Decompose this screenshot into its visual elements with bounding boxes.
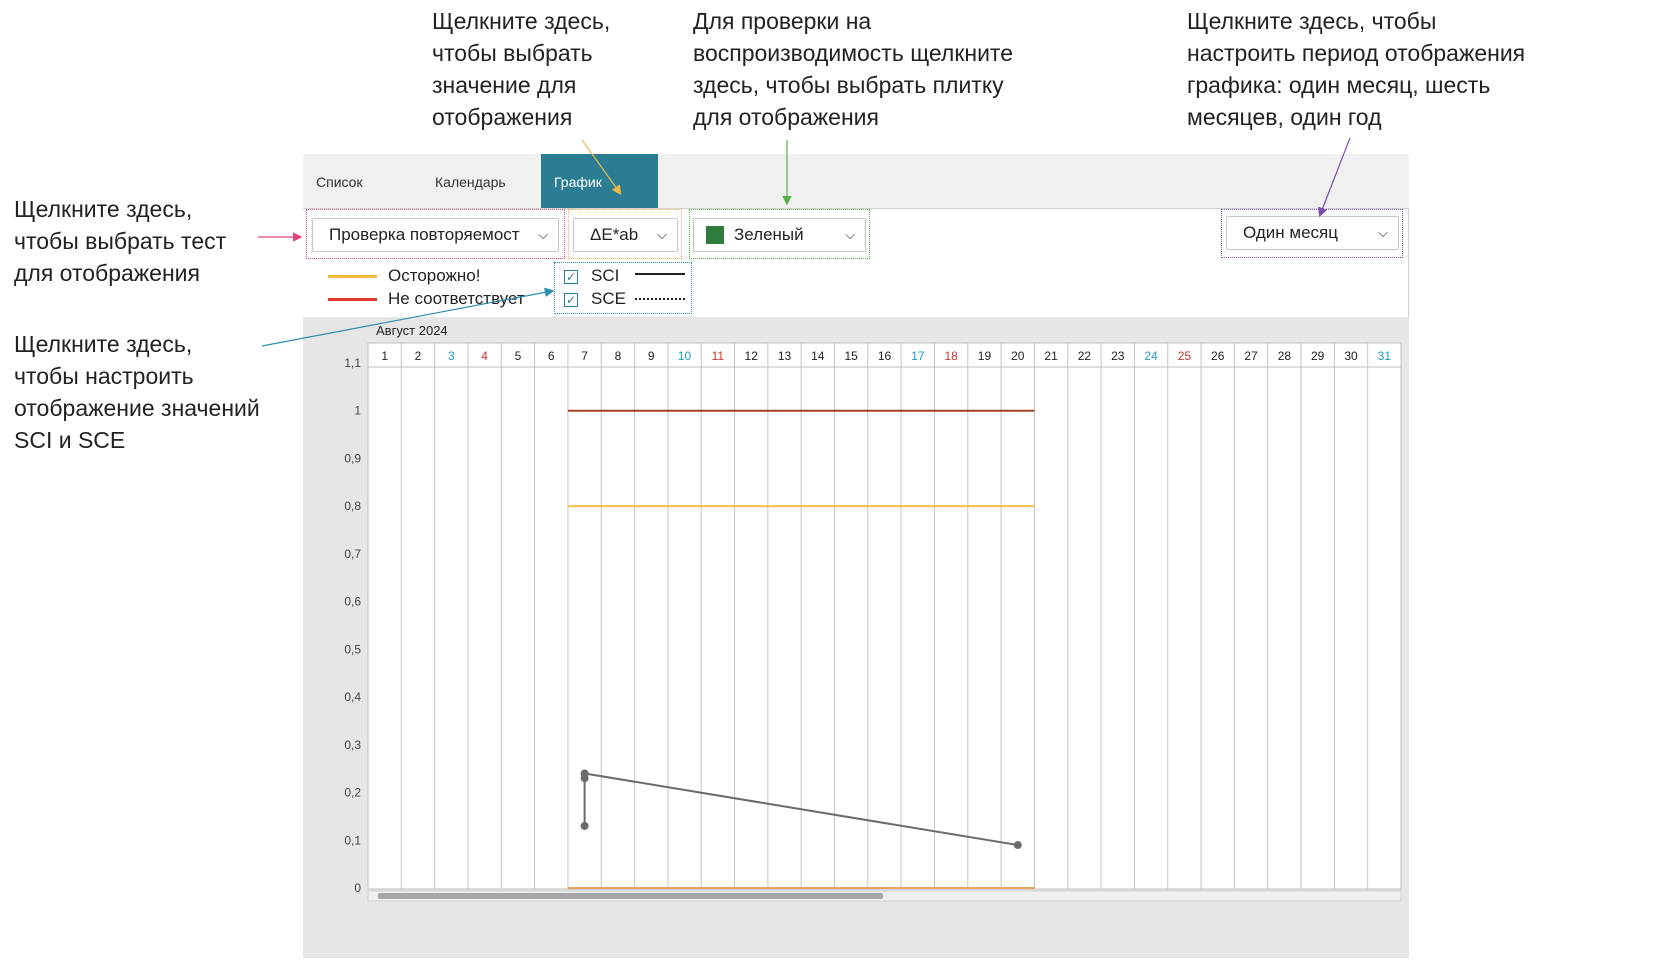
day-label: 22 [1078,349,1092,363]
day-label: 26 [1211,349,1225,363]
plot-background [367,342,1402,890]
callout-sci-sce: Щелкните здесь, чтобы настроить отображе… [14,331,260,453]
day-label: 8 [615,349,622,363]
day-label: 4 [481,349,488,363]
tile-select-value: Зеленый [734,225,804,244]
value-select[interactable]: ΔE*ab ⌵ [573,218,678,252]
day-label: 12 [745,349,759,363]
day-label: 1 [381,349,388,363]
tab-bar: Список Календарь График [303,154,1409,208]
y-tick-label: 0,6 [344,595,361,609]
data-point [1013,841,1022,850]
fail-legend-line [328,298,377,301]
y-tick-label: 1,1 [344,356,361,370]
value-select-value: ΔE*ab [590,225,639,244]
tab-list[interactable]: Список [303,154,421,208]
tile-select[interactable]: Зеленый ⌵ [693,218,866,252]
test-select[interactable]: Проверка повторяемост ⌵ [312,218,559,252]
scrollbar-thumb [378,893,883,899]
day-label: 17 [911,349,925,363]
y-tick-label: 0,5 [344,642,361,656]
day-label: 14 [811,349,825,363]
day-label: 19 [978,349,992,363]
sci-label: SCI [591,266,620,285]
tile-color-swatch [706,226,724,244]
sce-line-sample [635,298,685,300]
month-label: Август 2024 [376,323,448,338]
period-select[interactable]: Один месяц ⌵ [1226,216,1399,250]
day-label: 20 [1011,349,1025,363]
day-label: 28 [1278,349,1292,363]
day-label: 30 [1344,349,1358,363]
y-tick-label: 0,8 [344,499,361,513]
y-tick-label: 1 [354,404,361,418]
caution-legend-label: Осторожно! [388,266,481,285]
y-tick-label: 0,2 [344,786,361,800]
sci-checkbox[interactable]: ✓ [564,270,578,284]
day-label: 21 [1044,349,1058,363]
test-select-value: Проверка повторяемост [329,225,520,244]
chevron-down-icon: ⌵ [1378,225,1388,240]
y-tick-label: 0,4 [344,690,361,704]
y-tick-label: 0,7 [344,547,361,561]
day-label: 31 [1378,349,1392,363]
chevron-down-icon: ⌵ [845,227,855,242]
y-tick-label: 0,9 [344,451,361,465]
day-label: 5 [515,349,522,363]
day-label: 24 [1144,349,1158,363]
day-label: 29 [1311,349,1325,363]
y-tick-label: 0 [354,881,361,895]
tab-calendar[interactable]: Календарь [422,154,540,208]
day-label: 9 [648,349,655,363]
day-label: 25 [1178,349,1192,363]
day-label: 15 [844,349,858,363]
sce-checkbox[interactable]: ✓ [564,293,578,307]
day-label: 18 [944,349,958,363]
day-label: 16 [878,349,892,363]
sce-label: SCE [591,289,626,308]
sci-line-sample [635,273,685,275]
fail-legend-label: Не соответствует [388,289,525,308]
day-label: 11 [712,349,725,363]
y-tick-label: 0,3 [344,738,361,752]
chart-area: Август 2024 1 2 3 4 5 6 7 8 9 10 11 12 13 14 15 16 17 18 19… [303,317,1409,958]
callout-select-tile: Для проверки на воспроизводимость щелкни… [693,8,1014,130]
day-label: 7 [581,349,588,363]
day-label: 27 [1244,349,1258,363]
app-window: Список Календарь График Проверка повторя… [303,154,1409,958]
chevron-down-icon: ⌵ [538,227,548,242]
data-point [580,821,589,830]
checkmark-icon: ✓ [565,270,577,284]
day-label: 10 [678,349,692,363]
day-label: 23 [1111,349,1125,363]
callout-select-test: Щелкните здесь, чтобы выбрать тест для о… [14,196,227,286]
callout-select-period: Щелкните здесь, чтобы настроить период о… [1187,8,1526,130]
period-select-value: Один месяц [1243,223,1338,242]
tab-chart[interactable]: График [541,154,658,208]
data-point [580,769,589,778]
day-label: 2 [415,349,422,363]
day-label: 3 [448,349,455,363]
chart-svg: Август 20241 2 3 4 5 6 7 8 9 10 11 12 13 14 15 16 17 18 19… [344,323,1402,902]
day-label: 13 [778,349,792,363]
callout-select-value: Щелкните здесь, чтобы выбрать значение д… [432,8,611,130]
caution-legend-line [328,275,377,278]
y-tick-label: 0,1 [344,833,361,847]
day-label: 6 [548,349,555,363]
checkmark-icon: ✓ [565,293,577,307]
chevron-down-icon: ⌵ [657,227,667,242]
